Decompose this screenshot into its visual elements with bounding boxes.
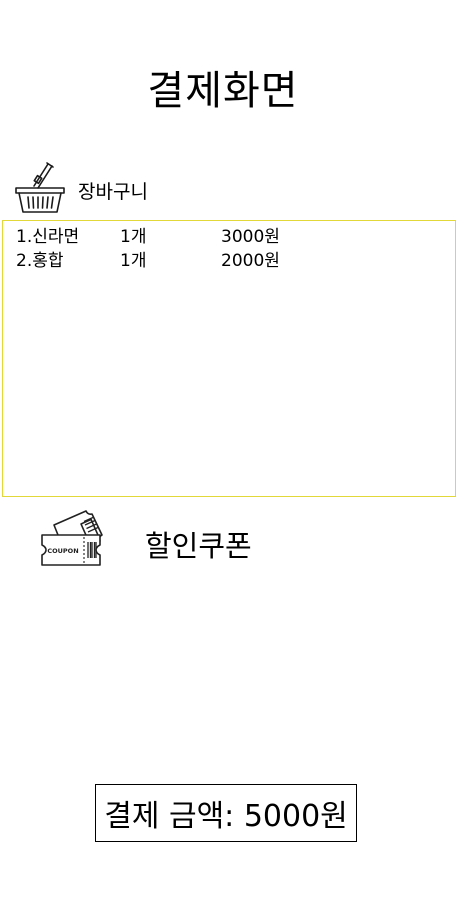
cart-label: 장바구니 bbox=[78, 180, 148, 203]
cart-item-qty: 1개 bbox=[120, 227, 147, 247]
cart-header: 장바구니 bbox=[14, 160, 148, 216]
basket-icon bbox=[15, 162, 65, 213]
cart-item-name: 2.홍합 bbox=[16, 251, 64, 271]
page-title: 결제화면 bbox=[147, 68, 299, 114]
payment-total: 결제 금액: 5000원 bbox=[95, 784, 357, 842]
cart-item-name: 1.신라면 bbox=[16, 227, 80, 247]
cart-item-price: 3000원 bbox=[221, 227, 280, 247]
coupon-icon: COUPON bbox=[41, 510, 103, 566]
cart-item-price: 2000원 bbox=[221, 251, 280, 271]
coupon-label[interactable]: 할인쿠폰 bbox=[145, 523, 252, 565]
svg-text:COUPON: COUPON bbox=[47, 547, 78, 555]
cart-list: 1.신라면 1개 3000원 2.홍합 1개 2000원 bbox=[2, 220, 456, 497]
cart-item-qty: 1개 bbox=[120, 251, 147, 271]
